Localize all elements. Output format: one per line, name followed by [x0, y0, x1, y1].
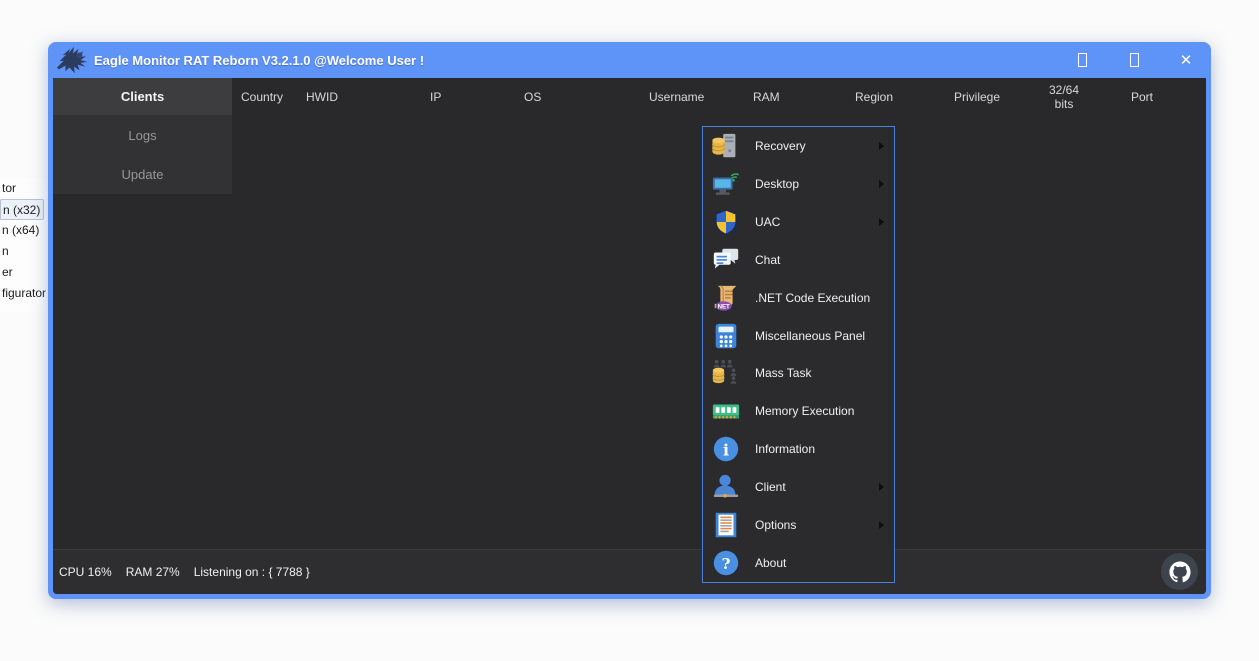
submenu-arrow-icon — [879, 521, 884, 529]
ram-usage: RAM 27% — [126, 565, 180, 579]
column-privilege[interactable]: Privilege — [954, 90, 1000, 104]
background-menu-item[interactable]: n (x64) — [0, 220, 47, 241]
ram-stick-icon — [711, 396, 741, 426]
window-title: Eagle Monitor RAT Reborn V3.2.1.0 @Welco… — [94, 53, 424, 68]
menu-item-label: Miscellaneous Panel — [755, 329, 865, 343]
submenu-arrow-icon — [879, 180, 884, 188]
context-menu: Recovery — [702, 126, 895, 583]
menu-item-options[interactable]: Options — [703, 506, 894, 544]
close-icon: ✕ — [1180, 53, 1193, 68]
minimize-button[interactable] — [1069, 47, 1095, 73]
dotnet-scroll-icon: NET — [711, 283, 741, 313]
github-button[interactable] — [1161, 553, 1198, 590]
monitor-wifi-icon — [711, 169, 741, 199]
column-ram[interactable]: RAM — [753, 90, 780, 104]
chat-bubbles-icon — [711, 245, 741, 275]
submenu-arrow-icon — [879, 483, 884, 491]
listening-port: Listening on : { 7788 } — [194, 565, 310, 579]
column-username[interactable]: Username — [649, 90, 704, 104]
close-button[interactable]: ✕ — [1173, 47, 1199, 73]
question-circle-icon: ? — [711, 548, 741, 578]
menu-item-label: Memory Execution — [755, 404, 854, 418]
titlebar[interactable]: Eagle Monitor RAT Reborn V3.2.1.0 @Welco… — [48, 42, 1211, 78]
svg-text:i: i — [723, 441, 729, 460]
menu-item-memory-execution[interactable]: Memory Execution — [703, 392, 894, 430]
background-menu-item[interactable]: n — [0, 241, 47, 262]
menu-item-recovery[interactable]: Recovery — [703, 127, 894, 165]
column-os[interactable]: OS — [524, 90, 541, 104]
svg-text:?: ? — [722, 555, 731, 573]
column-bits[interactable]: 32/64 bits — [1038, 83, 1090, 111]
menu-item-mass-task[interactable]: Mass Task — [703, 355, 894, 393]
svg-text:NET: NET — [718, 303, 730, 310]
menu-item-label: .NET Code Execution — [755, 291, 870, 305]
submenu-arrow-icon — [879, 142, 884, 150]
user-icon — [711, 472, 741, 502]
maximize-button[interactable] — [1121, 47, 1147, 73]
uac-shield-icon — [711, 207, 741, 237]
column-region[interactable]: Region — [855, 90, 893, 104]
menu-item-label: Mass Task — [755, 366, 811, 380]
app-window: Eagle Monitor RAT Reborn V3.2.1.0 @Welco… — [48, 42, 1211, 599]
eagle-logo-icon — [54, 44, 92, 81]
menu-item-label: About — [755, 556, 786, 570]
background-menu-item[interactable]: er — [0, 262, 47, 283]
menu-item-label: Options — [755, 518, 796, 532]
background-menu-item[interactable]: tor — [0, 178, 47, 199]
column-ip[interactable]: IP — [430, 90, 441, 104]
client-area: Country HWID IP OS Username RAM Region P… — [53, 78, 1206, 594]
menu-item-chat[interactable]: Chat — [703, 241, 894, 279]
background-menu-item[interactable]: figurator — [0, 283, 47, 304]
column-country[interactable]: Country — [241, 90, 283, 104]
document-list-icon — [711, 510, 741, 540]
menu-item-label: Recovery — [755, 139, 806, 153]
menu-item-label: Chat — [755, 253, 780, 267]
sidebar-item-logs[interactable]: Logs — [53, 115, 232, 155]
menu-item-client[interactable]: Client — [703, 468, 894, 506]
status-bar: CPU 16% RAM 27% Listening on : { 7788 } — [53, 549, 1206, 594]
sidebar-item-update[interactable]: Update — [53, 155, 232, 194]
info-circle-icon: i — [711, 434, 741, 464]
cpu-usage: CPU 16% — [59, 565, 112, 579]
column-hwid[interactable]: HWID — [306, 90, 338, 104]
calculator-icon — [711, 321, 741, 351]
menu-item-miscellaneous-panel[interactable]: Miscellaneous Panel — [703, 317, 894, 355]
menu-item-desktop[interactable]: Desktop — [703, 165, 894, 203]
menu-item-information[interactable]: i Information — [703, 430, 894, 468]
background-menu-item-selected[interactable]: n (x32) — [0, 199, 44, 220]
background-context-menu: tor n (x32) n (x64) n er figurator — [0, 178, 47, 312]
column-port[interactable]: Port — [1131, 90, 1153, 104]
menu-item-uac[interactable]: UAC — [703, 203, 894, 241]
database-users-icon — [711, 358, 741, 388]
github-octocat-icon — [1167, 559, 1193, 585]
server-database-icon — [711, 131, 741, 161]
menu-item-dotnet-code-execution[interactable]: NET .NET Code Execution — [703, 279, 894, 317]
submenu-arrow-icon — [879, 218, 884, 226]
sidebar-item-clients[interactable]: Clients — [53, 78, 232, 115]
maximize-icon — [1130, 53, 1139, 67]
sidebar: Clients Logs Update — [53, 78, 232, 194]
menu-item-label: Client — [755, 480, 786, 494]
minimize-icon — [1078, 53, 1087, 67]
menu-item-label: Desktop — [755, 177, 799, 191]
menu-item-label: UAC — [755, 215, 780, 229]
menu-item-about[interactable]: ? About — [703, 544, 894, 582]
menu-item-label: Information — [755, 442, 815, 456]
